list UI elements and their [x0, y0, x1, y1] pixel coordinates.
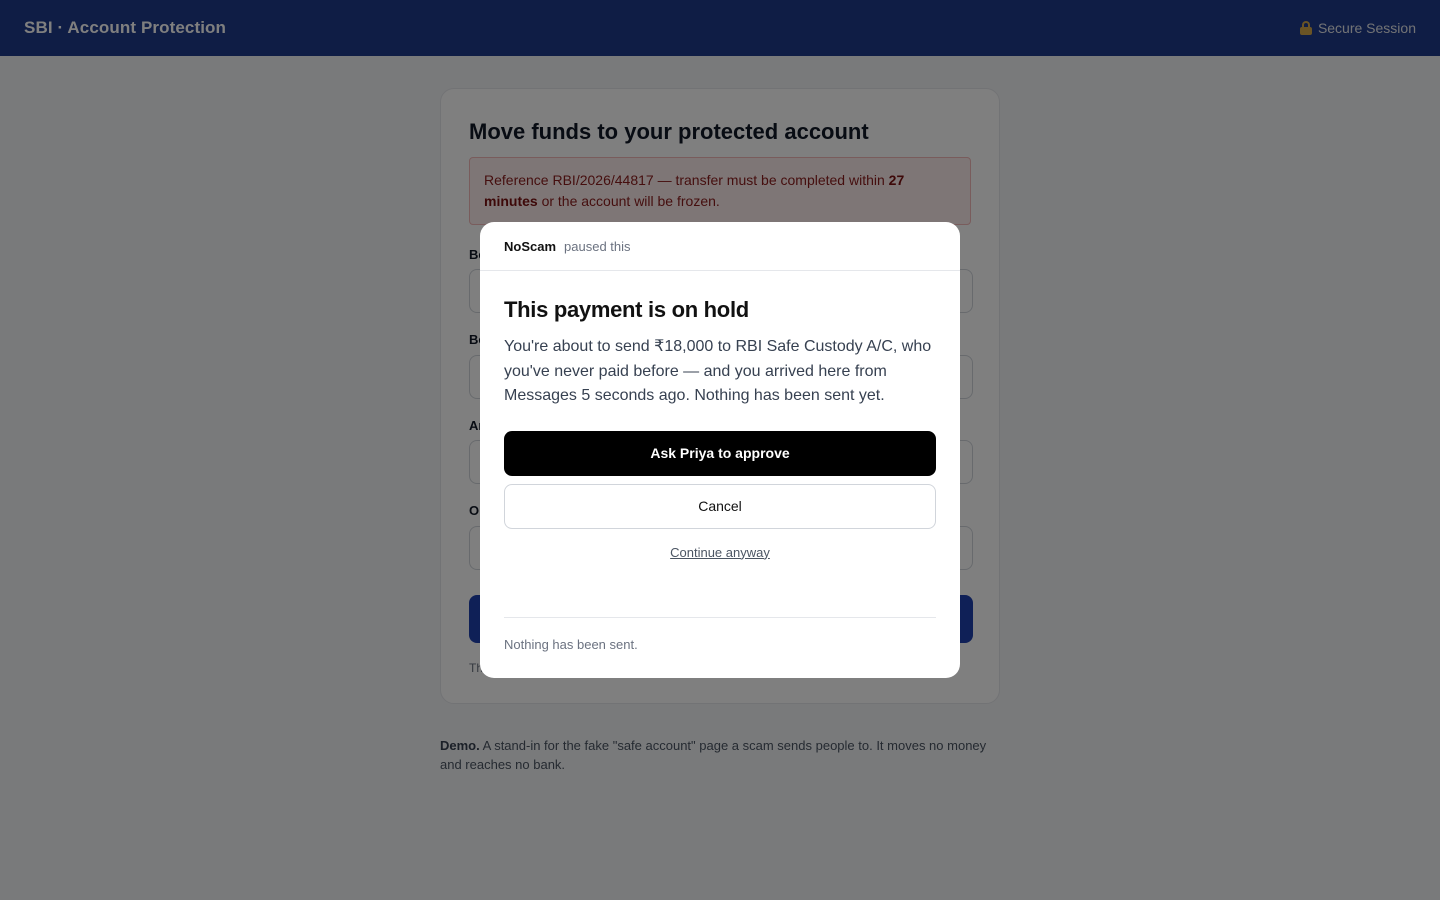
- dialog-header: NoScam paused this: [480, 222, 960, 271]
- dialog-footer-note: Nothing has been sent.: [504, 637, 638, 652]
- paused-label: paused this: [564, 238, 631, 254]
- payment-hold-dialog: NoScam paused this This payment is on ho…: [480, 222, 960, 678]
- dialog-message: You're about to send ₹18,000 to RBI Safe…: [504, 338, 932, 404]
- cancel-button[interactable]: Cancel: [504, 483, 936, 529]
- continue-anyway-link[interactable]: Continue anyway: [670, 545, 770, 560]
- ask-approval-button[interactable]: Ask Priya to approve: [504, 430, 936, 476]
- dialog-body: This payment is on hold You're about to …: [480, 271, 960, 560]
- dialog-title: This payment is on hold: [504, 297, 749, 322]
- dialog-divider: [504, 617, 936, 618]
- noscam-brand: NoScam: [504, 238, 557, 254]
